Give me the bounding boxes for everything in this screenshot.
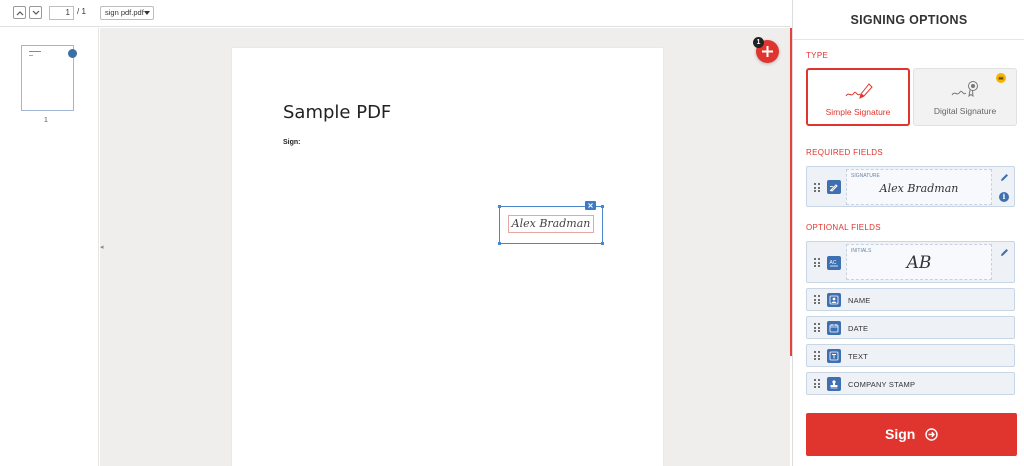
text-field-item[interactable]: TEXT bbox=[806, 344, 1015, 367]
file-select[interactable]: sign pdf.pdf bbox=[100, 6, 154, 20]
initials-icon: AC bbox=[827, 256, 841, 270]
panel-title: SIGNING OPTIONS bbox=[793, 0, 1024, 40]
drag-handle-icon[interactable] bbox=[814, 323, 820, 332]
arrow-right-circle-icon bbox=[925, 428, 938, 441]
next-page-button[interactable] bbox=[29, 6, 42, 19]
edit-signature-icon[interactable] bbox=[1000, 173, 1009, 182]
resize-handle[interactable] bbox=[498, 205, 501, 208]
simple-signature-label: Simple Signature bbox=[825, 107, 891, 117]
signature-preview-text: Alex Bradman bbox=[879, 182, 959, 195]
resize-handle[interactable] bbox=[498, 242, 501, 245]
company-stamp-field-label: COMPANY STAMP bbox=[848, 380, 916, 389]
drag-handle-icon[interactable] bbox=[814, 379, 820, 388]
document-viewer[interactable]: Sample PDF Sign: Alex Bradman bbox=[100, 28, 790, 466]
drag-handle-icon[interactable] bbox=[814, 183, 820, 192]
thumbnail-title-line bbox=[29, 51, 41, 52]
placed-signature-text: Alex Bradman bbox=[508, 215, 594, 233]
text-icon bbox=[827, 349, 841, 363]
sign-label: Sign: bbox=[283, 139, 301, 146]
placed-signature-field[interactable]: Alex Bradman bbox=[498, 201, 604, 245]
drag-handle-icon[interactable] bbox=[814, 295, 820, 304]
signer-count-badge: 1 bbox=[753, 37, 764, 48]
pdf-page[interactable]: Sample PDF Sign: Alex Bradman bbox=[232, 48, 663, 466]
plus-icon bbox=[762, 46, 773, 57]
optional-fields-label: OPTIONAL FIELDS bbox=[806, 223, 881, 232]
signature-icon bbox=[827, 180, 841, 194]
remove-field-button[interactable] bbox=[585, 201, 596, 210]
edit-initials-icon[interactable] bbox=[1000, 248, 1009, 257]
initials-preview-text: AB bbox=[906, 253, 932, 273]
viewer-toolbar: 1 / 1 sign pdf.pdf bbox=[0, 0, 790, 27]
chevron-up-icon bbox=[16, 11, 24, 16]
date-field-label: DATE bbox=[848, 324, 869, 333]
required-fields-label: REQUIRED FIELDS bbox=[806, 148, 883, 157]
name-field-label: NAME bbox=[848, 296, 871, 305]
info-icon[interactable]: i bbox=[999, 192, 1009, 202]
page-thumbnail[interactable] bbox=[21, 45, 74, 111]
signature-field-item[interactable]: SIGNATURE Alex Bradman i bbox=[806, 166, 1015, 207]
initials-field-item[interactable]: AC INITIALS AB bbox=[806, 241, 1015, 283]
signature-caption: SIGNATURE bbox=[851, 173, 880, 179]
thumbnail-text-line bbox=[29, 55, 33, 56]
date-field-item[interactable]: DATE bbox=[806, 316, 1015, 339]
signature-preview: SIGNATURE Alex Bradman bbox=[846, 169, 992, 205]
stamp-icon bbox=[827, 377, 841, 391]
simple-signature-option[interactable]: Simple Signature bbox=[806, 68, 910, 126]
name-field-item[interactable]: NAME bbox=[806, 288, 1015, 311]
sign-button[interactable]: Sign bbox=[806, 413, 1017, 456]
drag-handle-icon[interactable] bbox=[814, 258, 820, 267]
certificate-signature-icon bbox=[951, 81, 978, 98]
page-number-input[interactable]: 1 bbox=[49, 6, 74, 20]
thumbnail-field-marker bbox=[68, 49, 77, 58]
previous-page-button[interactable] bbox=[13, 6, 26, 19]
resize-handle[interactable] bbox=[601, 242, 604, 245]
date-icon bbox=[827, 321, 841, 335]
caret-down-icon bbox=[144, 11, 150, 15]
drag-handle-icon[interactable] bbox=[814, 351, 820, 360]
pen-signature-icon bbox=[845, 83, 873, 99]
file-select-value: sign pdf.pdf bbox=[105, 8, 144, 17]
text-field-label: TEXT bbox=[848, 352, 868, 361]
resize-handle[interactable] bbox=[601, 205, 604, 208]
page-total: / 1 bbox=[77, 7, 86, 16]
close-icon bbox=[588, 203, 593, 208]
type-section-label: TYPE bbox=[806, 51, 829, 60]
initials-preview: INITIALS AB bbox=[846, 244, 992, 280]
svg-text:AC: AC bbox=[830, 260, 837, 266]
thumbnail-page-number: 1 bbox=[44, 117, 48, 124]
document-title: Sample PDF bbox=[283, 102, 392, 123]
signing-options-panel: SIGNING OPTIONS TYPE Simple Signature Di… bbox=[792, 0, 1024, 466]
chevron-down-icon bbox=[32, 10, 40, 15]
collapse-thumbnails-handle[interactable]: ◂ bbox=[100, 243, 104, 251]
sign-button-label: Sign bbox=[885, 426, 916, 442]
premium-crown-icon bbox=[996, 73, 1006, 83]
digital-signature-label: Digital Signature bbox=[933, 106, 997, 116]
name-icon bbox=[827, 293, 841, 307]
thumbnail-panel: 1 bbox=[0, 28, 99, 466]
company-stamp-field-item[interactable]: COMPANY STAMP bbox=[806, 372, 1015, 395]
